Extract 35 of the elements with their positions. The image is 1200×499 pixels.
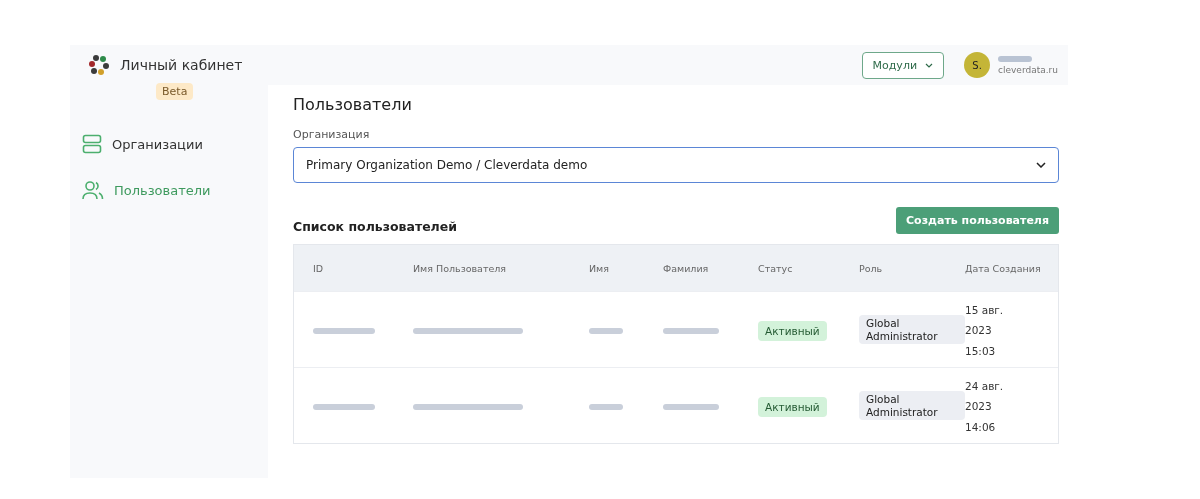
blurred-name	[998, 55, 1033, 63]
column-header: Дата Создания	[965, 262, 1042, 274]
blurred-text	[313, 403, 375, 411]
column-header: Роль	[858, 262, 884, 274]
beta-badge: Beta	[156, 83, 194, 100]
page-title: Пользователи	[293, 95, 413, 114]
modules-button[interactable]: Модули	[861, 51, 945, 79]
blurred-text	[313, 327, 375, 335]
chevron-down-icon	[1036, 162, 1046, 168]
list-title: Список пользователей	[293, 219, 457, 234]
table-cell: 15 авг. 2023 15:03	[965, 303, 1004, 357]
table-cell: 24 авг. 2023 14:06	[965, 379, 1004, 433]
chevron-down-icon	[925, 62, 934, 68]
account-domain: cleverdata.ru	[998, 65, 1058, 75]
app-title: Личный кабинет	[120, 57, 243, 73]
users-icon	[82, 180, 104, 200]
column-header: Имя Пользователя	[412, 262, 508, 274]
field-label: Организация	[293, 128, 371, 141]
blurred-text	[589, 403, 623, 411]
role-tag: Global Administrator	[859, 314, 965, 345]
column-header: Фамилия	[662, 262, 710, 274]
avatar[interactable]: S.	[964, 52, 991, 78]
sidebar-item[interactable]: Организации	[70, 121, 268, 167]
server-icon	[82, 134, 102, 154]
role-tag: Global Administrator	[859, 390, 965, 421]
column-header: Статус	[757, 262, 794, 274]
blurred-text	[663, 327, 719, 335]
status-badge: Активный	[758, 397, 827, 417]
blurred-text	[589, 327, 623, 335]
column-header: Имя	[588, 262, 610, 274]
organization-select[interactable]: Primary Organization Demo / Cleverdata demo	[293, 147, 1059, 183]
column-header: ID	[312, 262, 325, 274]
status-badge: Активный	[758, 321, 827, 341]
blurred-text	[663, 403, 719, 411]
logo-icon	[88, 54, 110, 76]
